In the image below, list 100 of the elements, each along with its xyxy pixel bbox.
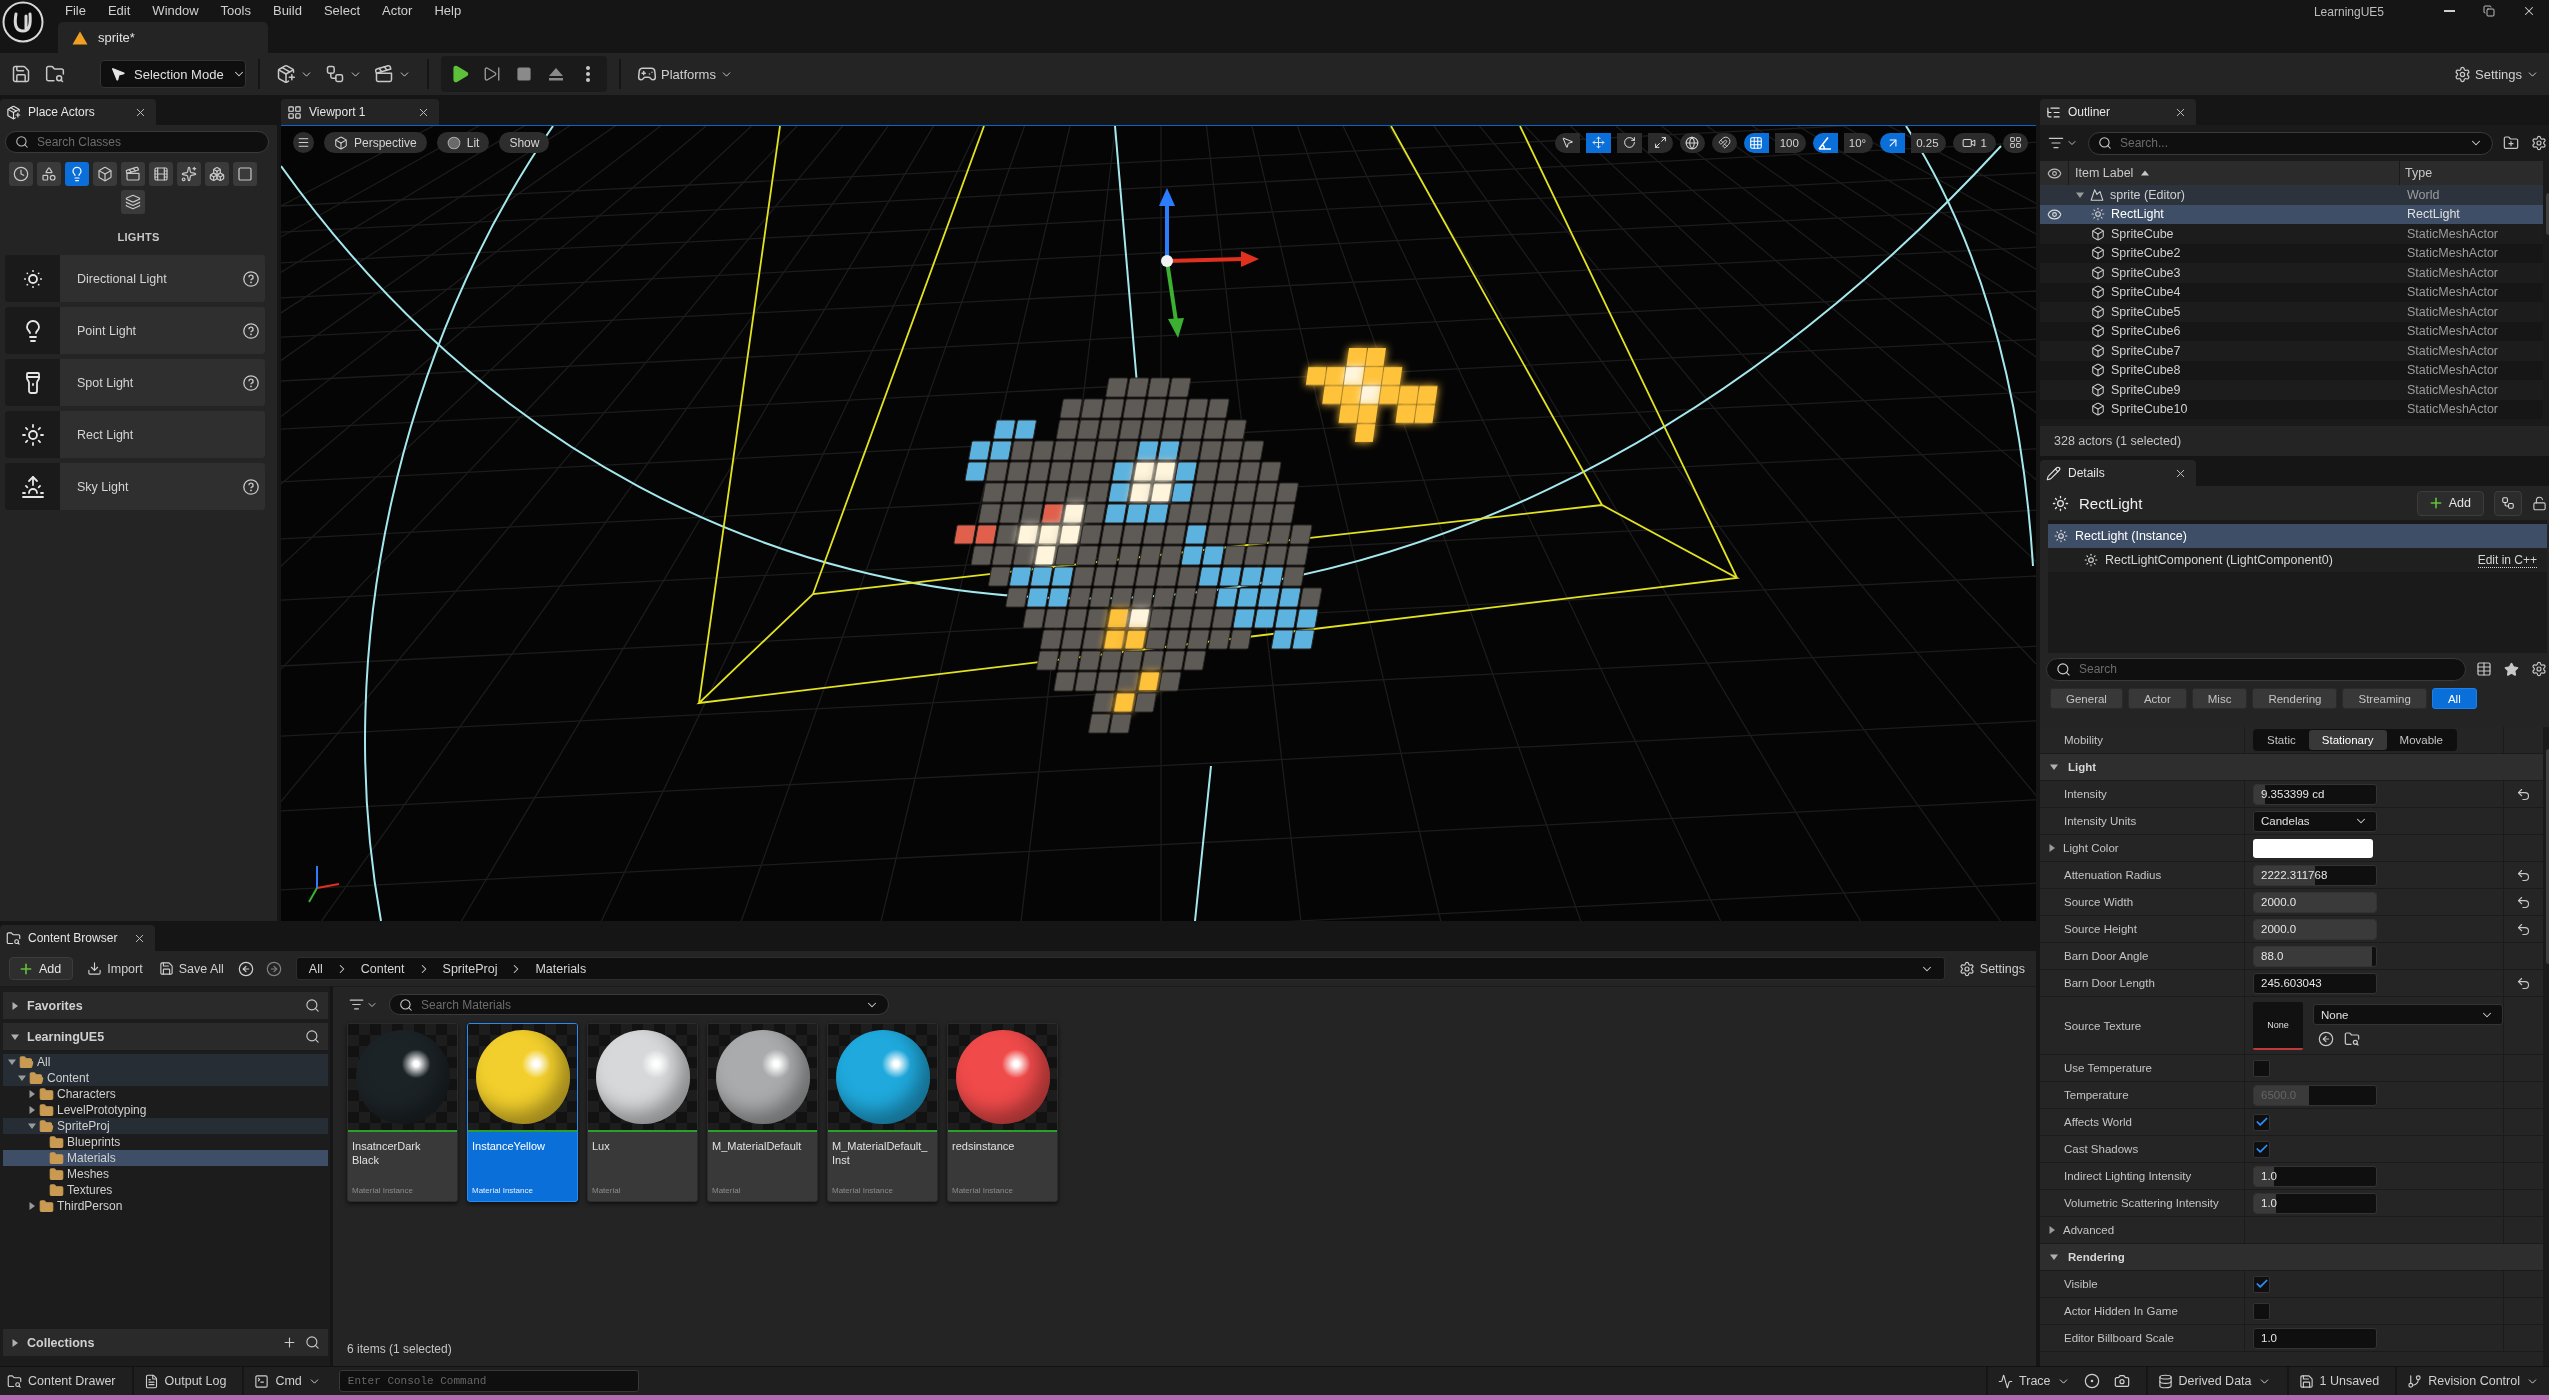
cmd-dropdown[interactable]: Cmd	[250, 1368, 331, 1394]
actor-item[interactable]: Sky Light	[5, 463, 265, 510]
menu-item[interactable]: File	[54, 0, 97, 21]
asset-tile[interactable]: M_MaterialDefault Material	[707, 1023, 818, 1202]
section-header[interactable]: Rendering	[2040, 1244, 2543, 1271]
folder-item[interactable]: Content	[3, 1070, 328, 1086]
help-icon[interactable]	[243, 322, 259, 339]
settings-button[interactable]: Settings	[1956, 957, 2027, 980]
source-section-header[interactable]: Favorites	[3, 992, 328, 1019]
folder-item[interactable]: All	[3, 1054, 328, 1070]
category-tab[interactable]	[121, 190, 145, 214]
number-field[interactable]: 1.0	[2253, 1165, 2377, 1187]
save-all-button[interactable]: Save All	[156, 957, 226, 980]
folder-item[interactable]: Materials	[3, 1150, 328, 1166]
reset-icon[interactable]	[2516, 975, 2531, 991]
folder-item[interactable]: Meshes	[3, 1166, 328, 1182]
expand-arrow-icon[interactable]	[2048, 1226, 2056, 1234]
texture-dropdown[interactable]: None	[2313, 1004, 2503, 1025]
color-swatch[interactable]	[2253, 838, 2373, 858]
category-tab[interactable]	[205, 162, 229, 186]
actor-item[interactable]: Point Light	[5, 307, 265, 354]
number-field[interactable]: 1.0	[2253, 1192, 2377, 1214]
panel-tab[interactable]: Viewport 1	[281, 99, 439, 125]
actor-item[interactable]: Rect Light	[5, 411, 265, 458]
outliner-row[interactable]: SpriteCube2 StaticMeshActor	[2040, 243, 2543, 263]
table-view-button[interactable]	[2474, 661, 2494, 677]
help-icon[interactable]	[243, 374, 259, 391]
mobility-option[interactable]: Static	[2254, 730, 2309, 750]
snap-toggle[interactable]	[1743, 132, 1769, 153]
snap-value-dropdown[interactable]: 100	[1774, 132, 1806, 153]
panel-tab[interactable]: Details	[2040, 460, 2196, 486]
transform-gizmo[interactable]	[1159, 188, 1259, 338]
transform-tool-button[interactable]	[1554, 132, 1580, 153]
section-header[interactable]: Light	[2040, 754, 2543, 781]
checkbox[interactable]	[2253, 1059, 2270, 1077]
filter-tab[interactable]: Streaming	[2342, 688, 2427, 709]
reset-icon[interactable]	[2516, 894, 2531, 910]
component-row[interactable]: RectLightComponent (LightComponent0) Edit in C++	[2048, 548, 2547, 572]
snap-toggle[interactable]	[1880, 132, 1906, 153]
expand-arrow-icon[interactable]	[28, 1202, 36, 1210]
platforms-dropdown[interactable]: Platforms	[633, 59, 737, 89]
folder-item[interactable]: ThirdPerson	[3, 1198, 328, 1214]
arrow-left-circle-icon[interactable]	[2318, 1031, 2334, 1047]
expand-arrow-icon[interactable]	[11, 1001, 19, 1010]
number-field[interactable]: 2000.0	[2253, 891, 2377, 913]
category-tab[interactable]	[149, 162, 173, 186]
asset-tile[interactable]: Lux Material	[587, 1023, 698, 1202]
category-tab[interactable]	[121, 162, 145, 186]
menu-item[interactable]: Window	[141, 0, 210, 21]
checkbox[interactable]	[2253, 1140, 2270, 1158]
checkbox[interactable]	[2253, 1275, 2270, 1293]
asset-tile[interactable]: InsatncerDark Black Material Instance	[347, 1023, 458, 1202]
search-field[interactable]: Search Classes	[5, 131, 269, 153]
number-field[interactable]: 245.603043	[2253, 972, 2377, 994]
reset-icon[interactable]	[2516, 921, 2531, 937]
number-field[interactable]: 9.353399 cd	[2253, 783, 2377, 805]
camera-speed-button[interactable]: 1	[1952, 132, 1996, 153]
menu-item[interactable]: Help	[423, 0, 473, 21]
actor-item[interactable]: Spot Light	[5, 359, 265, 406]
folder-item[interactable]: Blueprints	[3, 1134, 328, 1150]
world-space-button[interactable]	[1679, 132, 1705, 153]
filter-tab[interactable]: Actor	[2127, 688, 2187, 709]
checkbox[interactable]	[2253, 1302, 2270, 1320]
panel-tab[interactable]: Place Actors	[0, 99, 156, 125]
search-field[interactable]: Search	[2046, 657, 2466, 681]
viewport-menu-button[interactable]	[293, 132, 314, 153]
breadcrumb-item[interactable]: SpriteProj	[442, 961, 498, 976]
outliner-row[interactable]: SpriteCube4 StaticMeshActor	[2040, 282, 2543, 302]
mobility-option[interactable]: Movable	[2386, 730, 2456, 750]
expand-arrow-icon[interactable]	[2050, 1253, 2058, 1261]
number-field[interactable]: 2000.0	[2253, 918, 2377, 940]
back-icon[interactable]	[237, 960, 254, 977]
folder-item[interactable]: LevelPrototyping	[3, 1102, 328, 1118]
expand-arrow-icon[interactable]	[8, 1058, 16, 1066]
settings-dropdown[interactable]: Settings	[2450, 59, 2543, 89]
panel-tab[interactable]: Content Browser	[0, 925, 155, 951]
number-field[interactable]: 1.0	[2253, 1327, 2377, 1349]
source-section-header[interactable]: Collections	[3, 1329, 328, 1356]
category-tab[interactable]	[65, 162, 89, 186]
menu-item[interactable]: Actor	[371, 0, 424, 21]
menu-item[interactable]: Edit	[96, 0, 142, 21]
folder-search-icon[interactable]	[2344, 1031, 2360, 1047]
outliner-row[interactable]: SpriteCube8 StaticMeshActor	[2040, 360, 2543, 380]
category-tab[interactable]	[9, 162, 33, 186]
edit-code-link[interactable]: Edit in C++	[2477, 552, 2537, 568]
transform-tool-button[interactable]	[1616, 132, 1642, 153]
viewport-canvas[interactable]: Perspective Lit Show 100 10° 0.25 1	[281, 125, 2036, 921]
trace-dropdown[interactable]: Trace	[1994, 1368, 2080, 1394]
expand-arrow-icon[interactable]	[28, 1106, 36, 1114]
unsaved-button[interactable]: 1 Unsaved	[2294, 1368, 2390, 1394]
expand-arrow-icon[interactable]	[28, 1090, 36, 1098]
content-drawer-button[interactable]: Content Drawer	[3, 1368, 126, 1394]
add-component-button[interactable]: Add	[2416, 490, 2484, 516]
expand-arrow-icon[interactable]	[28, 1122, 36, 1130]
expand-arrow-icon[interactable]	[11, 1338, 19, 1347]
filter-tab[interactable]: General	[2050, 688, 2123, 709]
expand-arrow-icon[interactable]	[2048, 844, 2056, 852]
forward-icon[interactable]	[265, 960, 282, 977]
layout-button[interactable]	[2003, 132, 2028, 153]
number-field[interactable]: 88.0	[2253, 945, 2377, 967]
